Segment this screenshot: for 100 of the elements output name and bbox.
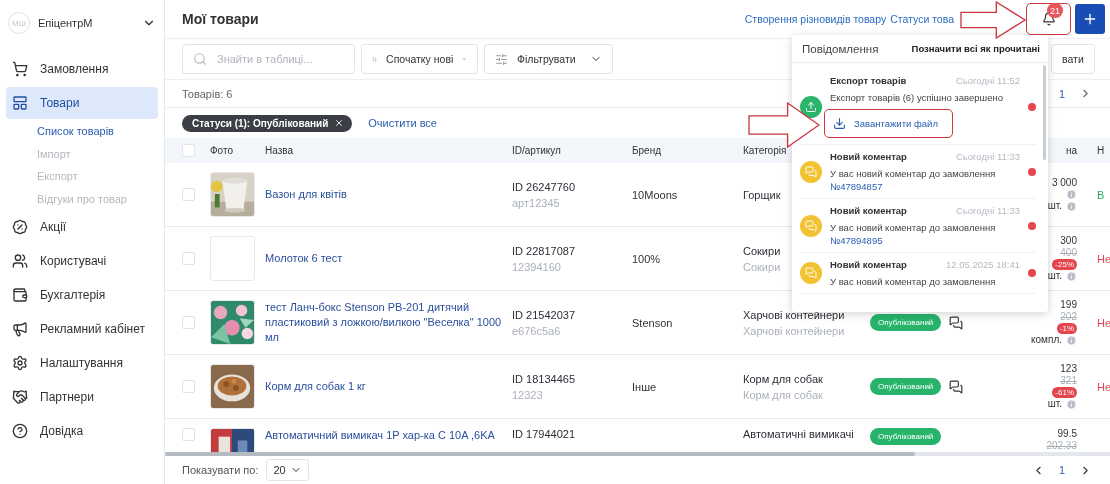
column-header: Назва <box>265 145 295 156</box>
notification-title: Експорт товарів <box>830 75 907 86</box>
brand-cell: Stenson <box>632 316 673 329</box>
price: 123 <box>1060 363 1077 375</box>
column-header: на <box>1065 145 1077 156</box>
notification-text: У вас новий коментар до замовлення <box>830 222 996 233</box>
comments-icon[interactable] <box>949 379 964 394</box>
filter-button[interactable]: Фільтрувати <box>484 44 613 74</box>
product-id: ID 26247760 <box>512 180 575 193</box>
users-icon <box>12 253 28 269</box>
product-id: ID 17944021 <box>512 428 575 440</box>
download-button[interactable]: Завантажити файл <box>824 109 953 138</box>
header-link[interactable]: Створення різновидів товару <box>744 13 887 25</box>
subcategory-cell: Харчові контейнери <box>743 324 845 337</box>
info-icon[interactable] <box>1066 270 1077 282</box>
order-link[interactable]: №47894857 <box>830 181 883 192</box>
sidebar-item[interactable]: Партнери <box>6 381 158 413</box>
product-name[interactable]: Вазон для квітів <box>265 187 357 202</box>
subcategory-cell: Сокири <box>743 260 781 273</box>
header-link[interactable]: Статуси това <box>890 13 954 25</box>
product-id: ID 21542037 <box>512 308 575 321</box>
info-icon[interactable] <box>1066 334 1077 346</box>
mark-all-read-link[interactable]: Позначити всі як прочитані <box>911 43 1040 54</box>
brand-cell: 10Moons <box>632 188 678 201</box>
status-badge: Опублікований <box>870 428 942 445</box>
sidebar-item[interactable]: Довідка <box>6 415 158 447</box>
price: 99.5 <box>1057 428 1077 440</box>
notification-title: Новий коментар <box>830 151 907 162</box>
comments-icon[interactable] <box>949 315 964 330</box>
row-checkbox[interactable] <box>182 252 195 265</box>
grid-icon <box>12 95 28 111</box>
row-checkbox[interactable] <box>182 188 195 201</box>
sidebar-item[interactable]: Користувачі <box>6 245 158 277</box>
select-all-checkbox[interactable] <box>182 144 195 157</box>
page-title: Мої товари <box>182 11 259 27</box>
store-name[interactable]: ЕпіцентрМ <box>38 17 93 29</box>
availability-status: Не <box>1097 252 1110 265</box>
per-page-select[interactable]: 20 <box>266 459 309 481</box>
badge-icon <box>12 219 28 235</box>
notification-title: Новий коментар <box>830 259 907 270</box>
comment-icon <box>800 262 822 284</box>
brand-cell: Інше <box>632 380 657 393</box>
download-icon <box>833 117 846 130</box>
notification-title: Новий коментар <box>830 205 907 216</box>
page-number[interactable]: 1 <box>1052 464 1071 476</box>
bell-icon <box>1041 12 1056 26</box>
unit-label: компл. <box>1031 334 1062 346</box>
category-cell: Горщик <box>743 188 781 201</box>
filter-chip[interactable]: Статуси (1): Опублікований <box>182 114 353 132</box>
row-checkbox[interactable] <box>182 316 195 329</box>
row-checkbox[interactable] <box>182 428 195 441</box>
category-cell: Сокири <box>743 244 781 257</box>
info-icon[interactable] <box>1066 398 1077 410</box>
notification-time: 12.05.2025 18:41 <box>946 259 1020 270</box>
product-sku: e676c5a6 <box>512 324 561 337</box>
unit-label: шт. <box>1047 270 1062 282</box>
product-count: Товарів: 6 <box>182 87 233 100</box>
row-checkbox[interactable] <box>182 380 195 393</box>
sidebar-item[interactable]: Товари <box>6 87 158 119</box>
price: 3 000 <box>1051 177 1077 189</box>
add-button[interactable] <box>1075 4 1105 34</box>
availability-status: Не <box>1097 380 1110 393</box>
sort-button[interactable]: Спочатку нові <box>361 44 478 74</box>
old-price: 202 <box>1060 311 1077 323</box>
column-header: Фото <box>210 145 234 156</box>
sidebar-item[interactable]: Замовлення <box>6 53 158 85</box>
status-badge: Опублікований <box>870 378 942 395</box>
page-number[interactable]: 1 <box>1058 87 1065 100</box>
product-name[interactable]: Корм для собак 1 кг <box>265 379 376 394</box>
sidebar-item[interactable]: Рекламний кабінет <box>6 313 158 345</box>
price: 300 <box>1060 235 1077 247</box>
info-icon[interactable] <box>1066 200 1077 212</box>
notification-text: У вас новий коментар до замовлення <box>830 168 996 179</box>
sidebar-item[interactable]: Акції <box>6 211 158 243</box>
sidebar-subitem[interactable]: Список товарів <box>6 120 158 143</box>
price: 199 <box>1060 299 1077 311</box>
product-name[interactable]: тест Ланч-бокс Stenson PB-201 дитячий пластиковий з ложкою/вилкою "Веселка" 1000 мл <box>265 300 512 345</box>
toolbar-button[interactable]: вати <box>1051 44 1095 74</box>
notification-time: Сьогодні 11:33 <box>955 151 1020 162</box>
close-icon[interactable] <box>334 118 345 128</box>
sidebar-item[interactable]: Бухгалтерія <box>6 279 158 311</box>
horizontal-scrollbar[interactable] <box>165 452 1110 456</box>
discount-badge: -61% <box>1052 387 1077 398</box>
panel-scrollbar[interactable] <box>1043 65 1046 160</box>
sidebar-item[interactable]: Налаштування <box>6 347 158 379</box>
availability-status: Не <box>1097 316 1110 329</box>
info-icon[interactable] <box>1066 189 1077 200</box>
status-badge: Опублікований <box>870 314 942 331</box>
notifications-button[interactable]: 21 <box>1026 3 1071 35</box>
column-header: Категорія <box>743 145 788 156</box>
unit-label: шт. <box>1047 200 1062 212</box>
column-header: Н <box>1097 145 1106 156</box>
old-price: 400 <box>1060 247 1077 259</box>
product-sku: 12323 <box>512 388 543 401</box>
subcategory-cell: Корм для собак <box>743 388 823 401</box>
order-link[interactable]: №47894895 <box>830 235 883 246</box>
product-name[interactable]: Автоматичний вимикач 1P хар-ка C 10A ,6KA <box>265 428 505 443</box>
search-field[interactable]: Знайти в таблиці... <box>182 44 355 74</box>
product-name[interactable]: Молоток 6 тест <box>265 251 353 266</box>
clear-all-link[interactable]: Очистити все <box>368 117 437 129</box>
